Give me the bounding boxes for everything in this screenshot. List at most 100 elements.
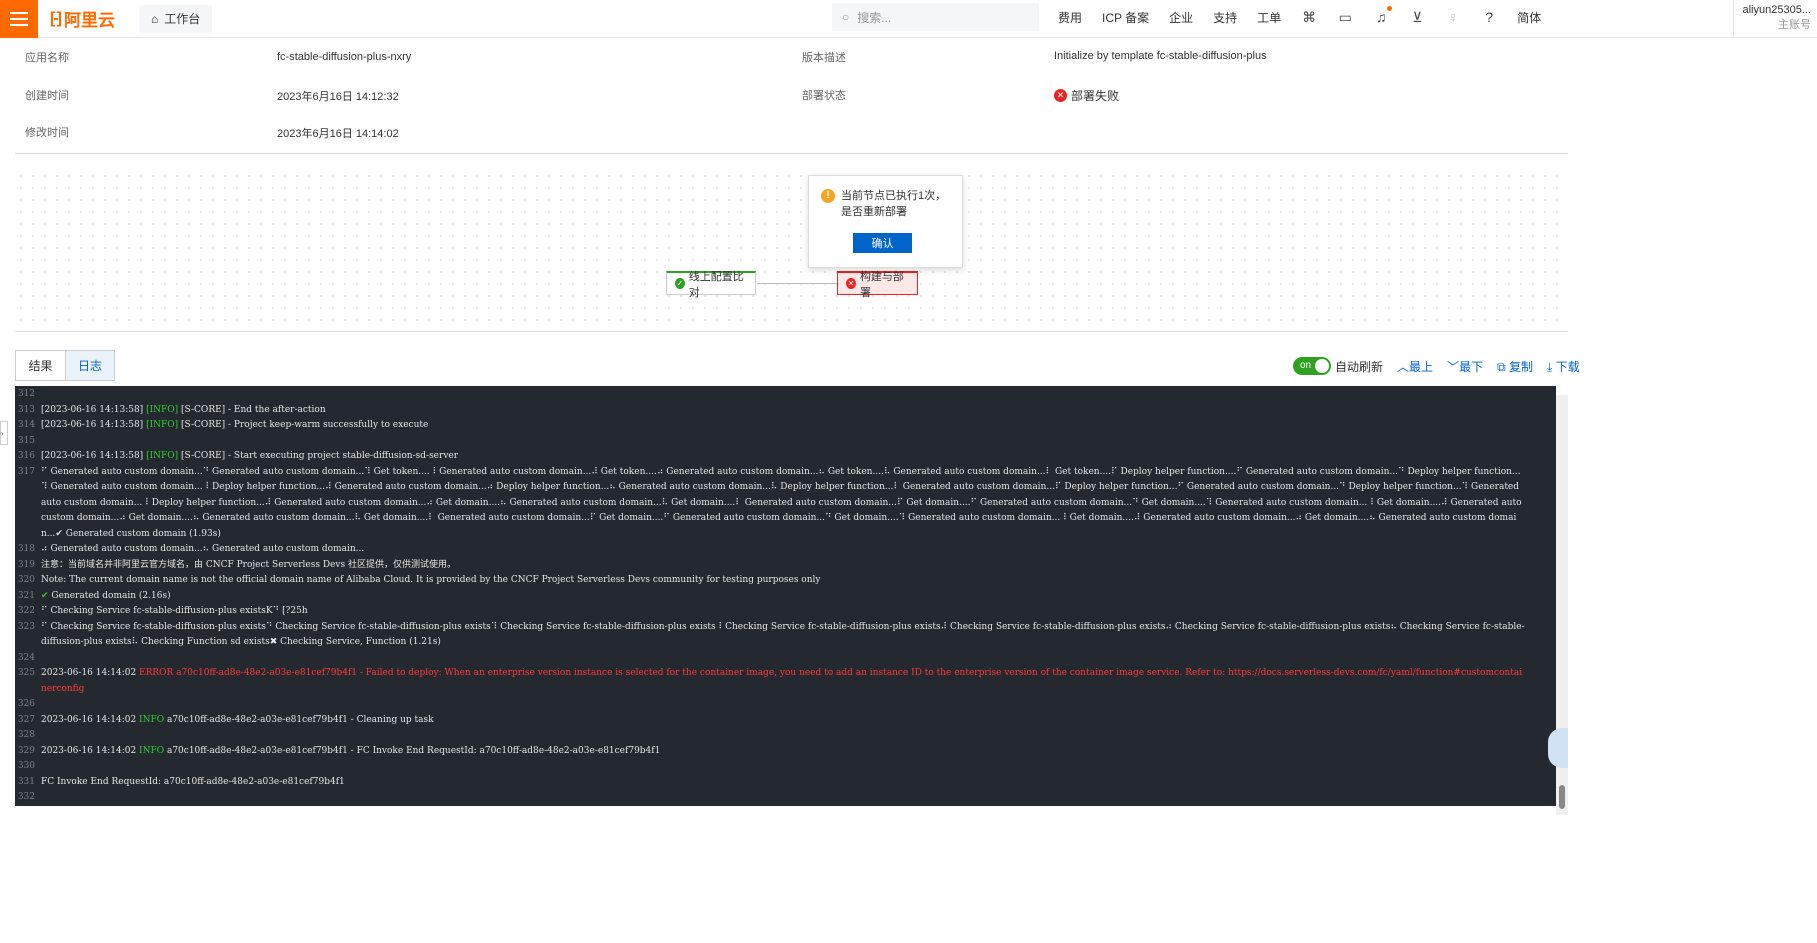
app-name-value: fc-stable-diffusion-plus-nxry — [277, 51, 412, 63]
nav-fees[interactable]: 费用 — [1058, 9, 1082, 26]
scroll-top-label: 最上 — [1409, 359, 1434, 374]
log-text: ⠴ Generated auto custom domain...⠦ Gener… — [41, 542, 1556, 558]
node-connector — [757, 283, 837, 284]
redeploy-popover: ! 当前节点已执行1次，是否重新部署 确认 — [808, 175, 963, 268]
scroll-bottom-button[interactable]: ﹀最下 — [1447, 358, 1483, 375]
log-timestamp: 2023-06-16 14:14:02 — [41, 714, 140, 725]
logo-mark: [-] — [50, 9, 62, 27]
assistant-avatar[interactable] — [1548, 728, 1568, 768]
code-icon[interactable]: ⌘ — [1301, 9, 1317, 25]
nav-ticket[interactable]: 工单 — [1257, 9, 1281, 26]
tab-result[interactable]: 结果 — [16, 351, 65, 380]
warning-icon: ! — [821, 189, 835, 203]
log-message: ⠋ Checking Service fc-stable-diffusion-p… — [41, 606, 308, 616]
side-expand-handle[interactable]: › — [0, 421, 8, 445]
error-icon: ✕ — [846, 278, 856, 289]
log-line: 313 [2023-06-16 14:13:58] [INFO] [S-CORE]… — [15, 403, 1556, 419]
node-build-deploy[interactable]: ✕ 构建与部署 — [837, 271, 918, 299]
log-message: ✔ Generated domain (2.16s) — [41, 590, 171, 601]
log-text: 注意：当前域名并非阿里云官方域名，由 CNCF Project Serverle… — [41, 558, 1556, 574]
scrollbar-thumb[interactable] — [1559, 785, 1565, 809]
confirm-button[interactable]: 确认 — [853, 233, 912, 253]
lightbulb-icon[interactable]: ♀ — [1445, 9, 1461, 25]
account-menu[interactable]: aliyun25305... 主账号 — [1733, 0, 1817, 38]
copy-button[interactable]: ⧉ 复制 — [1497, 358, 1533, 375]
home-icon: ⌂ — [150, 11, 159, 26]
bell-icon[interactable]: ♫ — [1373, 6, 1393, 25]
divider — [15, 331, 1568, 332]
log-message: ⠋ Generated auto custom domain...⠙ Gener… — [41, 466, 1525, 539]
log-line: 324 — [15, 651, 1556, 667]
log-line: 321 ✔ Generated domain (2.16s) — [15, 589, 1556, 605]
log-timestamp: [2023-06-16 14:13:58] — [41, 404, 147, 415]
search-input[interactable]: ○ 搜索... — [832, 3, 1039, 31]
log-text: FC Invoke End RequestId: a70c10ff-ad8e-4… — [41, 775, 1556, 791]
log-line: 332 — [15, 790, 1556, 806]
node-config-compare[interactable]: ✓ 线上配置比对 — [666, 271, 756, 299]
line-number: 327 — [17, 714, 35, 725]
log-text: ⠋ Checking Service fc-stable-diffusion-p… — [41, 620, 1556, 651]
line-number: 312 — [17, 389, 35, 399]
cart-icon[interactable]: ⊻ — [1409, 9, 1425, 25]
line-number: 319 — [17, 559, 35, 570]
line-number: 323 — [17, 621, 35, 632]
nav-icp[interactable]: ICP 备案 — [1102, 9, 1149, 26]
line-number: 332 — [17, 792, 35, 802]
line-number: 321 — [17, 590, 35, 601]
line-number: 329 — [17, 745, 35, 756]
account-type: 主账号 — [1778, 19, 1811, 31]
log-text: 2023-06-16 14:14:02 INFO a70c10ff-ad8e-4… — [41, 744, 1556, 760]
nav-enterprise[interactable]: 企业 — [1169, 9, 1193, 26]
modified-label: 修改时间 — [25, 127, 69, 139]
auto-refresh-toggle[interactable]: on — [1293, 357, 1331, 375]
log-text: 2023-06-16 14:14:02 INFO a70c10ff-ad8e-4… — [41, 713, 1556, 729]
log-level: INFO — [139, 745, 165, 756]
log-message: ⠴ Generated auto custom domain...⠦ Gener… — [41, 544, 365, 554]
error-icon: ✕ — [1054, 89, 1067, 102]
log-message: a70c10ff-ad8e-48e2-a03e-e81cef79b4f1 - F… — [164, 745, 661, 756]
log-line: 319 注意：当前域名并非阿里云官方域名，由 CNCF Project Serve… — [15, 558, 1556, 574]
menu-icon[interactable] — [0, 0, 38, 38]
workbench-button[interactable]: ⌂ 工作台 — [138, 4, 213, 33]
tab-log[interactable]: 日志 — [65, 351, 114, 380]
result-log-tabs: 结果 日志 — [15, 350, 115, 381]
log-level: [INFO] — [146, 404, 179, 415]
line-number: 331 — [17, 776, 35, 787]
terminal-icon[interactable]: ▭ — [1337, 9, 1353, 25]
log-line: 331 FC Invoke End RequestId: a70c10ff-ad8… — [15, 775, 1556, 791]
line-number: 328 — [17, 730, 35, 740]
log-message: [S-CORE] - End the after-action — [178, 404, 326, 415]
copy-icon: ⧉ — [1497, 359, 1509, 374]
log-text: [2023-06-16 14:13:58] [INFO] [S-CORE] - … — [41, 403, 1556, 419]
app-name-label: 应用名称 — [25, 52, 69, 64]
language-switch[interactable]: 简体 — [1517, 9, 1541, 26]
chevron-up-icon: ︿ — [1397, 359, 1410, 374]
line-number: 325 — [17, 668, 35, 678]
log-line: 323 ⠋ Checking Service fc-stable-diffusio… — [15, 620, 1556, 651]
nav-support[interactable]: 支持 — [1213, 9, 1237, 26]
scroll-top-button[interactable]: ︿最上 — [1397, 358, 1433, 375]
download-button[interactable]: ⤓ 下载 — [1547, 358, 1580, 375]
log-message: a70c10ff-ad8e-48e2-a03e-e81cef79b4f1 - F… — [41, 668, 1523, 694]
log-line: 326 — [15, 697, 1556, 713]
line-number: 316 — [17, 451, 35, 461]
line-number: 314 — [17, 420, 35, 430]
log-line: 329 2023-06-16 14:14:02 INFO a70c10ff-ad8… — [15, 744, 1556, 760]
log-text: [2023-06-16 14:13:58] [INFO] [S-CORE] - … — [41, 449, 1556, 465]
log-text: 2023-06-16 14:14:02 ERROR a70c10ff-ad8e-… — [41, 666, 1556, 697]
log-level: [INFO] — [146, 451, 179, 461]
help-icon[interactable]: ? — [1481, 9, 1497, 25]
chevron-down-icon: ﹀ — [1447, 359, 1460, 374]
log-text: ⠋ Checking Service fc-stable-diffusion-p… — [41, 604, 1556, 620]
log-line: 315 — [15, 434, 1556, 450]
created-value: 2023年6月16日 14:12:32 — [277, 91, 399, 103]
log-viewer[interactable]: 312 313 [2023-06-16 14:13:58] [INFO] [S-CO… — [15, 386, 1556, 806]
log-toolbar: on 自动刷新 ︿最上 ﹀最下 ⧉ 复制 ⤓ 下载 — [1293, 357, 1580, 375]
line-number: 318 — [17, 544, 35, 554]
scroll-bottom-label: 最下 — [1459, 359, 1484, 374]
account-name: aliyun25305... — [1742, 4, 1812, 16]
aliyun-logo[interactable]: [-] 阿里云 — [50, 6, 115, 31]
